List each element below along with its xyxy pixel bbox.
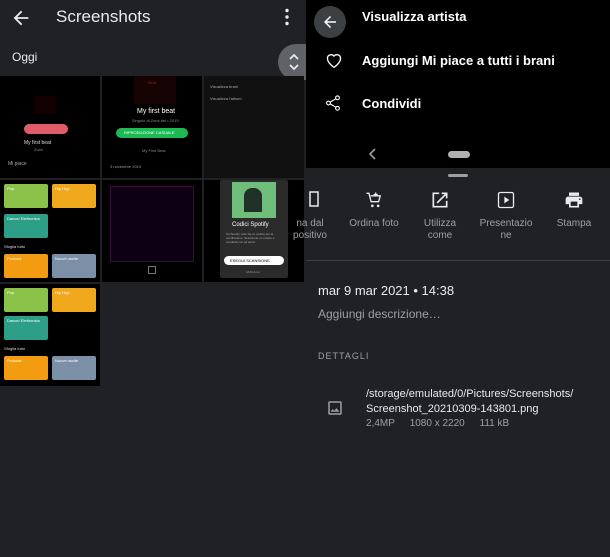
menu-line: Visualizza brani [210, 84, 238, 89]
slideshow-icon [497, 191, 515, 209]
category-new: Nuove uscite [52, 356, 96, 380]
album-title: Screenshots [56, 7, 151, 26]
category-hiphop: Hip Hop [52, 184, 96, 208]
album-cover [34, 96, 56, 114]
heart-icon [326, 54, 342, 69]
category-pop: Pop [4, 184, 48, 208]
menu-line: Visualizza l'album [210, 96, 242, 101]
album-cover: Beat [134, 76, 176, 104]
file-path-line2: Screenshot_20210309-143801.png [366, 403, 539, 415]
cart-icon [366, 192, 382, 208]
description-input[interactable]: Aggiungi descrizione… [318, 307, 441, 321]
unfold-icon [289, 53, 299, 71]
gallery-panel: Screenshots Oggi My first beat Zumi Mi p… [0, 0, 312, 557]
resolution: 1080 x 2220 [409, 418, 465, 429]
file-metadata: 2,4MP 1080 x 2220 111 kB [366, 418, 521, 429]
file-size: 111 kB [479, 418, 510, 429]
track-title: My first beat [137, 108, 176, 115]
category-podcast: Podcast [4, 356, 48, 380]
category-pop: Pop [4, 288, 48, 312]
screenshot-thumbnail[interactable]: Pop Hip Hop Dance/ Elettronica Sfoglia t… [0, 180, 100, 282]
info-bottom-sheet: na dal positivo Ordina foto Utilizza come … [293, 168, 610, 557]
browse-label: Sfoglia tutto [4, 244, 26, 249]
like-label: Mi piace [8, 161, 27, 167]
action-print[interactable]: Stampa [542, 190, 606, 230]
browse-label: Sfoglia tutto [4, 346, 26, 351]
category-hiphop: Hip Hop [52, 288, 96, 312]
screenshot-thumbnail[interactable] [102, 180, 202, 282]
print-icon [565, 192, 583, 208]
menu-item-view-artist[interactable]: Visualizza artista [362, 9, 467, 24]
category-dance: Dance/ Elettronica [4, 316, 48, 340]
divider [306, 260, 610, 261]
action-order-photos[interactable]: Ordina foto [342, 190, 406, 230]
menu-item-share[interactable]: Condividi [362, 96, 421, 111]
release-date: 3 novembre 2019 [110, 164, 142, 169]
image-icon [328, 401, 342, 415]
gallery-toolbar: Screenshots [0, 0, 306, 36]
screenshot-thumbnail[interactable]: Pop Hip Hop Dance/ Elettronica Sfoglia t… [0, 284, 100, 386]
artist-name: Zumi [34, 147, 43, 152]
category-new: Nuove uscite [52, 254, 96, 278]
action-use-as[interactable]: Utilizza come [408, 190, 472, 242]
gallery-icon [148, 266, 156, 274]
arrow-back-icon [324, 16, 336, 28]
details-panel: Visualizza artista Aggiungi Mi piace a t… [293, 0, 610, 557]
arrow-back-icon[interactable] [10, 7, 32, 29]
screenshot-thumbnail[interactable]: Beat My first beat Singolo di Zumi del •… [102, 76, 202, 178]
drag-handle[interactable] [448, 174, 468, 177]
track-title: My first beat [24, 140, 52, 146]
nav-home-pill[interactable] [448, 151, 470, 158]
nav-back-icon[interactable] [368, 148, 378, 160]
more-vert-icon[interactable] [283, 8, 291, 26]
megapixels: 2,4MP [366, 418, 395, 429]
screenshot-thumbnail[interactable]: Visualizza brani Visualizza l'album [204, 76, 304, 178]
menu-item-like-all[interactable]: Aggiungi Mi piace a tutti i brani [362, 53, 555, 68]
back-button[interactable] [314, 6, 346, 38]
category-podcast: Podcast [4, 254, 48, 278]
spotify-code [24, 124, 68, 134]
open-in-new-icon [432, 192, 448, 208]
action-save-device[interactable]: na dal positivo [278, 190, 342, 242]
album-name: My First Beat [142, 148, 166, 153]
share-icon [326, 95, 340, 111]
details-header: DETTAGLI [318, 351, 370, 361]
card-description: Su Spotify, tutto ha un codice per la co… [226, 232, 275, 244]
card-title: Codici Spotify [232, 222, 269, 228]
category-dance: Dance/ Elettronica [4, 214, 48, 238]
shuffle-button: RIPRODUZIONE CASUALE [116, 128, 188, 138]
camera-frame [110, 186, 194, 262]
cancel-label: ANNULLA [246, 270, 260, 274]
photo-date: mar 9 mar 2021 • 14:38 [318, 283, 455, 298]
date-section-header: Oggi [12, 50, 38, 64]
track-subtitle: Singolo di Zumi del • 2019 [132, 118, 179, 123]
scan-button: ESEGUI SCANSIONE [224, 256, 284, 265]
screenshot-thumbnail[interactable]: My first beat Zumi Mi piace [0, 76, 100, 178]
cover-text: Beat [148, 80, 157, 85]
action-slideshow[interactable]: Presentazio ne [474, 190, 538, 242]
file-path-line1: /storage/emulated/0/Pictures/Screenshots… [366, 388, 574, 400]
context-menu: Visualizza artista Aggiungi Mi piace a t… [306, 0, 610, 168]
code-photo [232, 182, 276, 218]
save-device-icon [309, 191, 319, 207]
